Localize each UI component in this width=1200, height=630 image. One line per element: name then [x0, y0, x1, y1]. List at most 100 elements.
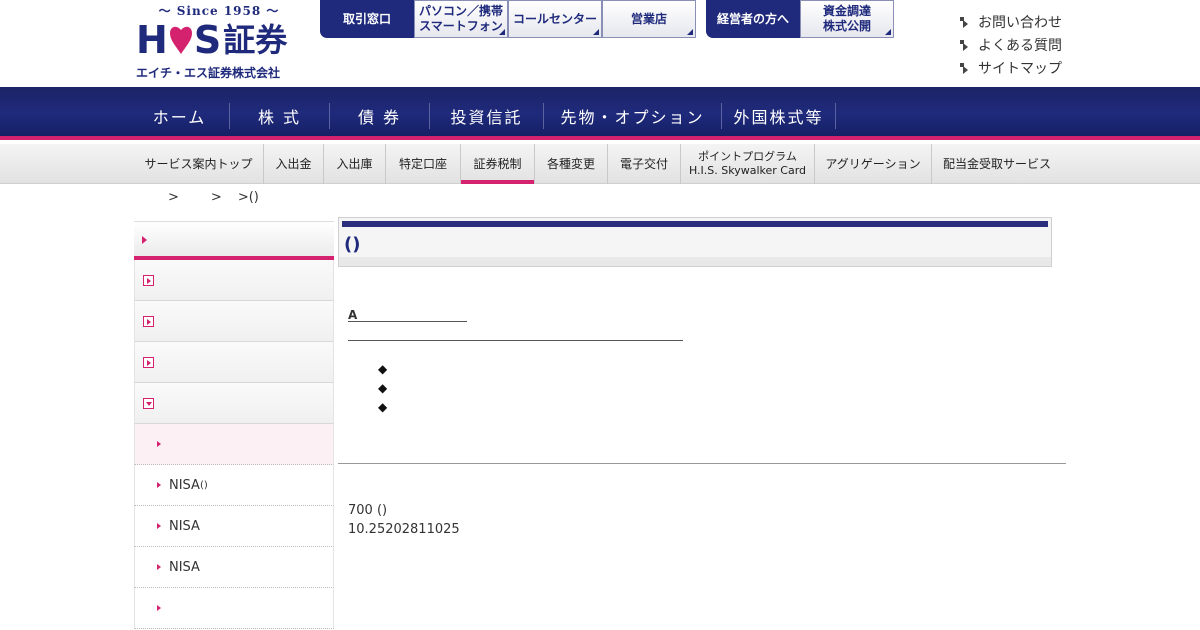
triangle-right-icon [157, 523, 161, 529]
expand-right-icon [143, 315, 154, 327]
subnav-dividend-service[interactable]: 配当金受取サービス [932, 144, 1062, 184]
diamond-bullet-icon: ◆ [378, 381, 388, 395]
util-link-label: よくある質問 [978, 37, 1062, 54]
body-text-line: 700 () [348, 503, 388, 518]
sidebar-item-expanded[interactable] [134, 383, 334, 424]
top-tab-trading-window[interactable]: 取引窓口 [320, 0, 414, 38]
top-tab-branches[interactable]: 営業店 [602, 0, 696, 38]
diamond-bullet-icon: ◆ [378, 362, 388, 376]
util-link-label: お問い合わせ [978, 14, 1062, 31]
top-tab-label: パソコン／携帯 スマートフォン [418, 4, 503, 33]
subnav-specific-account[interactable]: 特定口座 [386, 144, 461, 184]
sidebar-subitem[interactable] [134, 588, 334, 629]
sidebar-subitem-current[interactable] [134, 424, 334, 465]
subnav-deposit-withdrawal[interactable]: 入出金 [264, 144, 324, 184]
corner-arrow-icon [593, 29, 599, 35]
subnav-label: ポイントプログラム H.I.S. Skywalker Card [688, 150, 807, 177]
diamond-bullet-icon: ◆ [378, 400, 388, 414]
hs-securities-logo[interactable]: 〜 Since 1958 〜 H S 証券 エイチ・エス証券株式会社 [136, 2, 302, 82]
gnav-futures-options[interactable]: 先物・オプション [544, 103, 722, 129]
util-link-label: サイトマップ [978, 60, 1062, 77]
triangle-right-icon [157, 564, 161, 570]
body-text: 700 () 10.25202811025 [348, 501, 460, 539]
sidebar-subitem-nisa[interactable]: NISA [134, 547, 334, 588]
sidebar-subitem-label: NISA [169, 477, 200, 493]
triangle-right-icon [157, 605, 161, 611]
logo-since-text: 〜 Since 1958 〜 [158, 4, 280, 18]
arrow-bullet-icon [960, 62, 970, 74]
subnav-e-delivery[interactable]: 電子交付 [608, 144, 681, 184]
top-tab-for-executives[interactable]: 経営者の方へ [706, 0, 800, 38]
sidebar-item[interactable] [134, 301, 334, 342]
top-tab-label: 取引窓口 [342, 11, 391, 26]
top-tab-label: 資金調達 株式公開 [822, 4, 871, 33]
title-accent-bar [342, 221, 1048, 227]
corner-arrow-icon [687, 29, 693, 35]
top-tab-label: 経営者の方へ [716, 11, 789, 26]
gnav-home[interactable]: ホーム [130, 103, 230, 129]
arrow-bullet-icon [960, 16, 970, 28]
util-link-faq[interactable]: よくある質問 [960, 33, 1062, 56]
util-link-contact[interactable]: お問い合わせ [960, 10, 1062, 33]
triangle-right-icon [157, 441, 161, 447]
logo-letter-h: H [136, 18, 168, 62]
subnav-securities-transfer[interactable]: 入出庫 [324, 144, 386, 184]
sidebar-subitem-label: NISA [169, 518, 200, 534]
breadcrumb-current: >() [237, 190, 259, 205]
page-title-box: () [338, 217, 1052, 267]
logo-mark: H S 証券 [136, 18, 287, 62]
global-nav: ホーム 株 式 債 券 投資信託 先物・オプション 外国株式等 [0, 87, 1200, 140]
subnav-service-top[interactable]: サービス案内トップ [134, 144, 264, 184]
sidebar-item[interactable] [134, 342, 334, 383]
breadcrumb-separator: > [168, 190, 179, 205]
sidebar-subitem-label: NISA [169, 559, 200, 575]
sidebar-header[interactable] [134, 221, 334, 260]
expand-right-icon [143, 274, 154, 286]
sidebar-subitem-nisa[interactable]: NISA() [134, 465, 334, 506]
collapse-down-icon [143, 397, 154, 409]
gnav-foreign-stocks[interactable]: 外国株式等 [722, 103, 836, 129]
diamond-list: ◆ ◆ ◆ [378, 360, 387, 417]
arrow-bullet-icon [960, 39, 970, 51]
section-divider-line [348, 340, 683, 341]
util-link-sitemap[interactable]: サイトマップ [960, 56, 1062, 79]
top-tab-call-center[interactable]: コールセンター [508, 0, 602, 38]
gnav-investment-trusts[interactable]: 投資信託 [430, 103, 544, 129]
corner-arrow-icon [885, 29, 891, 35]
content-divider [338, 463, 1066, 464]
top-tab-pc-mobile[interactable]: パソコン／携帯 スマートフォン [414, 0, 508, 38]
sidebar-subitem-note: () [199, 479, 208, 491]
subnav-securities-tax[interactable]: 証券税制 [461, 144, 535, 184]
breadcrumb: > > >() [168, 190, 259, 205]
breadcrumb-separator: > [210, 190, 222, 205]
section-a-underline [348, 321, 467, 322]
expand-right-icon [143, 356, 154, 368]
triangle-right-icon [157, 482, 161, 488]
triangle-right-icon [142, 236, 147, 244]
subnav-changes[interactable]: 各種変更 [535, 144, 608, 184]
top-tabs-services: 取引窓口 パソコン／携帯 スマートフォン コールセンター 営業店 [320, 0, 696, 38]
sidebar-subitem-nisa[interactable]: NISA [134, 506, 334, 547]
subnav-aggregation[interactable]: アグリゲーション [815, 144, 932, 184]
top-tab-label: コールセンター [512, 11, 597, 26]
logo-letter-s: S [193, 18, 222, 62]
heart-icon [169, 26, 192, 54]
section-a-heading: A [348, 308, 358, 322]
top-tab-label: 営業店 [630, 11, 667, 26]
top-tabs-corporate: 経営者の方へ 資金調達 株式公開 [706, 0, 894, 38]
gnav-bonds[interactable]: 債 券 [330, 103, 430, 129]
page-title: () [344, 234, 361, 255]
title-bottom-band [339, 257, 1051, 266]
sub-nav: サービス案内トップ 入出金 入出庫 特定口座 証券税制 各種変更 電子交付 ポイ… [0, 144, 1200, 184]
logo-company-name: エイチ・エス証券株式会社 [136, 66, 281, 80]
sidebar-item[interactable] [134, 260, 334, 301]
utility-links: お問い合わせ よくある質問 サイトマップ [960, 10, 1062, 79]
subnav-point-program[interactable]: ポイントプログラム H.I.S. Skywalker Card [681, 144, 815, 184]
body-text-line: 10.25202811025 [348, 522, 460, 537]
logo-kanji: 証券 [223, 21, 288, 59]
site-header: 〜 Since 1958 〜 H S 証券 エイチ・エス証券株式会社 取引窓口 … [0, 0, 1200, 87]
gnav-stocks[interactable]: 株 式 [230, 103, 330, 129]
corner-arrow-icon [499, 29, 505, 35]
top-tab-funding-ipo[interactable]: 資金調達 株式公開 [800, 0, 894, 38]
sidebar: NISA() NISA NISA [134, 221, 334, 629]
